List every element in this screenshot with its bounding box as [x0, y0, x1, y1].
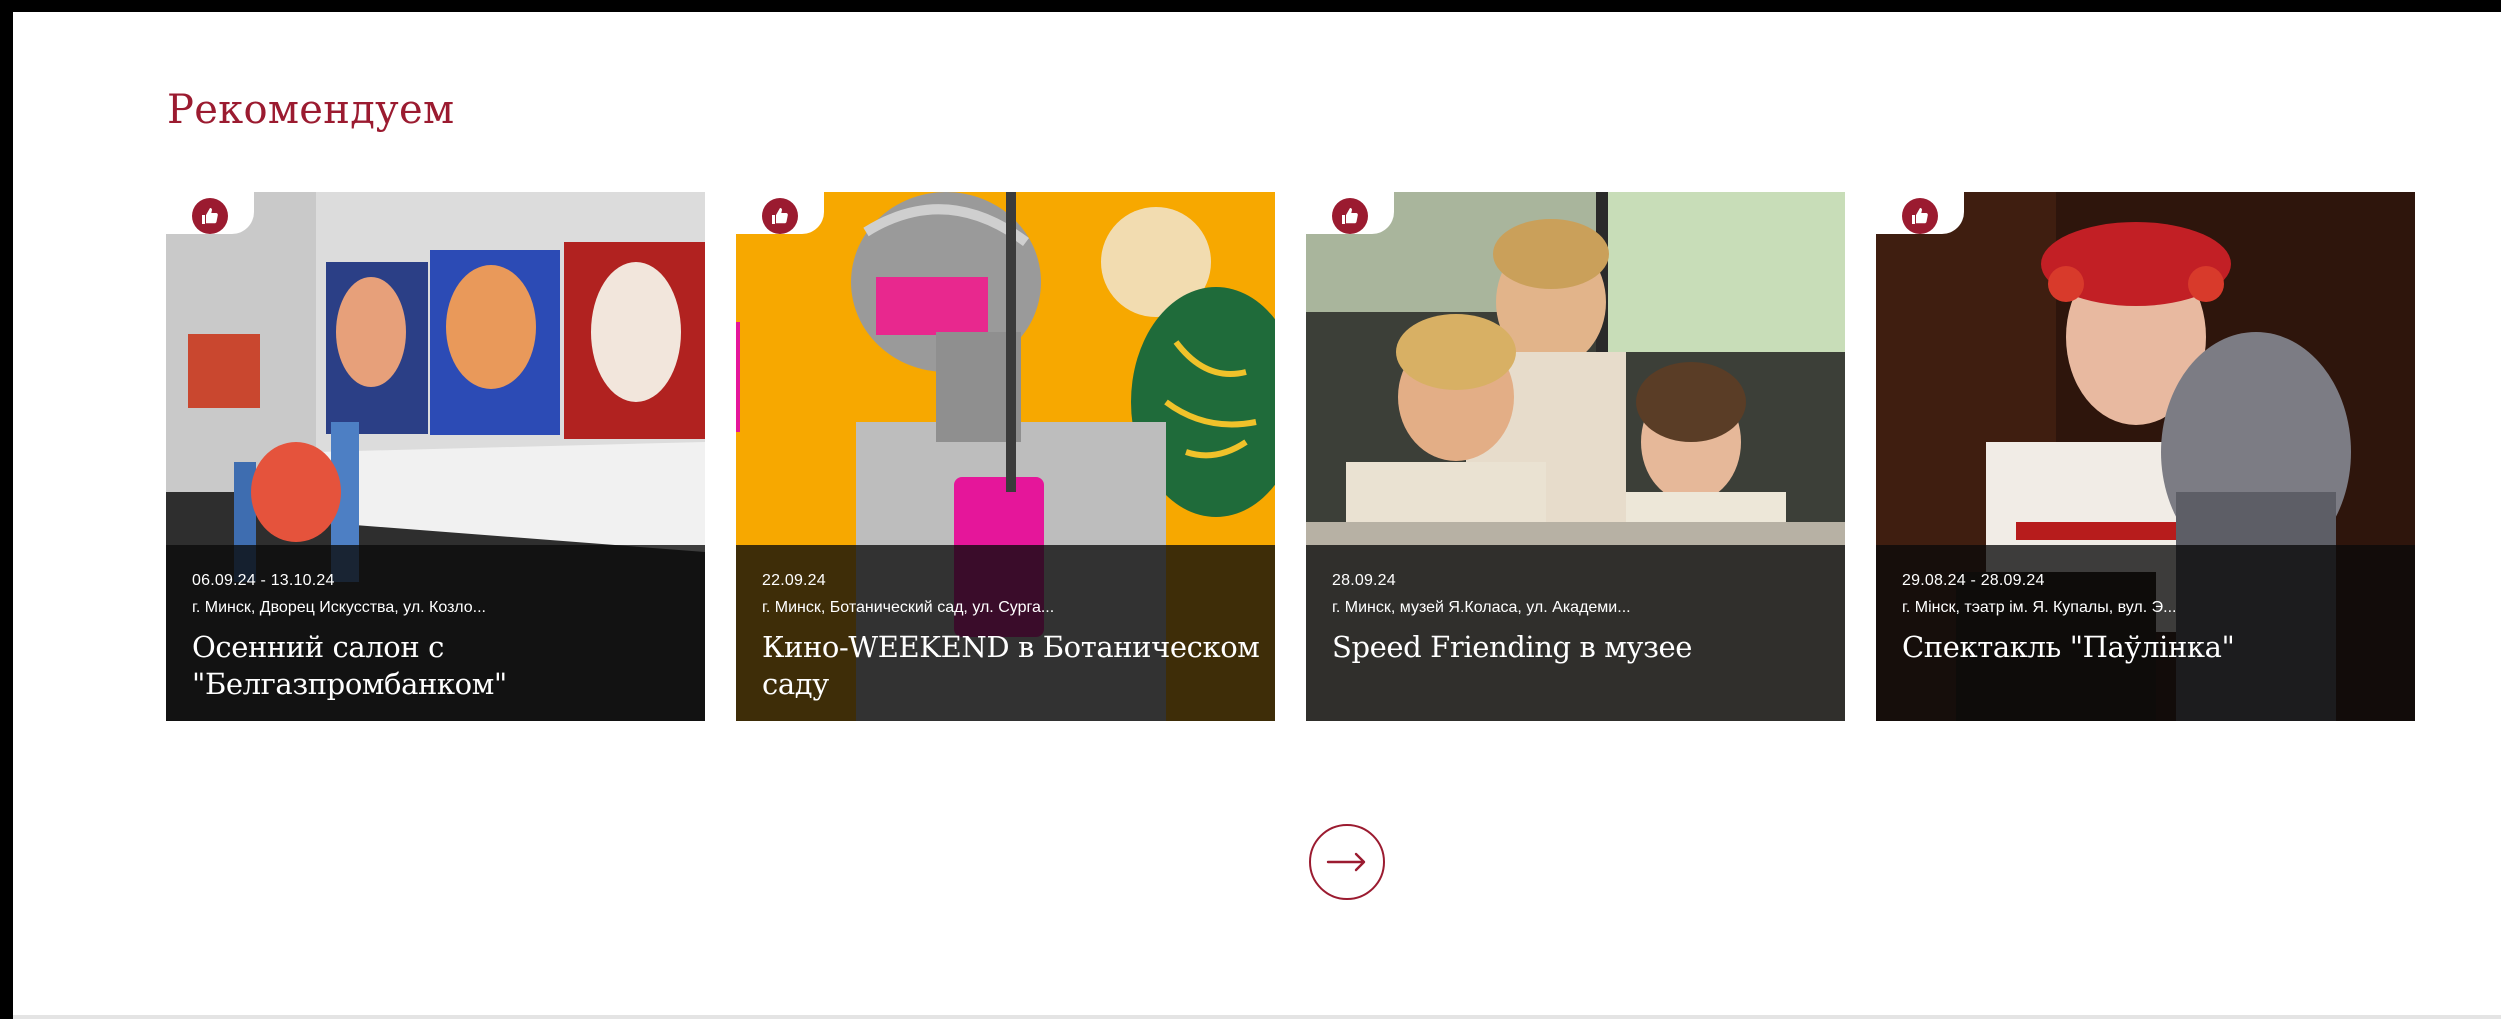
event-location: г. Мінск, тэатр ім. Я. Купалы, вул. Э...: [1902, 599, 2177, 616]
left-frame-bar: [0, 0, 13, 1019]
event-card[interactable]: 28.09.24 г. Минск, музей Я.Коласа, ул. А…: [1306, 192, 1845, 721]
next-button[interactable]: [1309, 824, 1385, 900]
recommended-cards: 06.09.24 - 13.10.24 г. Минск, Дворец Иск…: [166, 192, 2428, 721]
event-date: 29.08.24 - 28.09.24: [1902, 572, 2045, 589]
arrow-right-icon: [1326, 852, 1366, 872]
event-info: 06.09.24 - 13.10.24 г. Минск, Дворец Иск…: [166, 545, 705, 721]
section-title: Рекомендуем: [167, 87, 455, 133]
event-card[interactable]: 06.09.24 - 13.10.24 г. Минск, Дворец Иск…: [166, 192, 705, 721]
event-info: 22.09.24 г. Минск, Ботанический сад, ул.…: [736, 545, 1275, 721]
thumbs-up-icon: [762, 198, 798, 234]
recommend-badge: [1306, 192, 1394, 234]
event-info: 29.08.24 - 28.09.24 г. Мінск, тэатр ім. …: [1876, 545, 2415, 721]
bottom-divider: [13, 1015, 2501, 1019]
event-card[interactable]: 29.08.24 - 28.09.24 г. Мінск, тэатр ім. …: [1876, 192, 2415, 721]
thumbs-up-icon: [192, 198, 228, 234]
event-title[interactable]: Осенний салон с "Белгазпромбанком": [192, 629, 692, 703]
recommend-badge: [1876, 192, 1964, 234]
event-date: 22.09.24: [762, 572, 826, 589]
event-location: г. Минск, Ботанический сад, ул. Сурга...: [762, 599, 1055, 616]
event-date: 06.09.24 - 13.10.24: [192, 572, 335, 589]
recommend-badge: [166, 192, 254, 234]
event-title[interactable]: Спектакль "Паўлінка": [1902, 629, 2402, 666]
event-title[interactable]: Speed Friending в музее: [1332, 629, 1832, 666]
event-location: г. Минск, музей Я.Коласа, ул. Академи...: [1332, 599, 1631, 616]
thumbs-up-icon: [1902, 198, 1938, 234]
top-frame-bar: [0, 0, 2501, 12]
recommend-badge: [736, 192, 824, 234]
event-date: 28.09.24: [1332, 572, 1396, 589]
event-location: г. Минск, Дворец Искусства, ул. Козло...: [192, 599, 486, 616]
event-title[interactable]: Кино-WEEKEND в Ботаническом саду: [762, 629, 1262, 703]
event-info: 28.09.24 г. Минск, музей Я.Коласа, ул. А…: [1306, 545, 1845, 721]
event-card[interactable]: 22.09.24 г. Минск, Ботанический сад, ул.…: [736, 192, 1275, 721]
thumbs-up-icon: [1332, 198, 1368, 234]
